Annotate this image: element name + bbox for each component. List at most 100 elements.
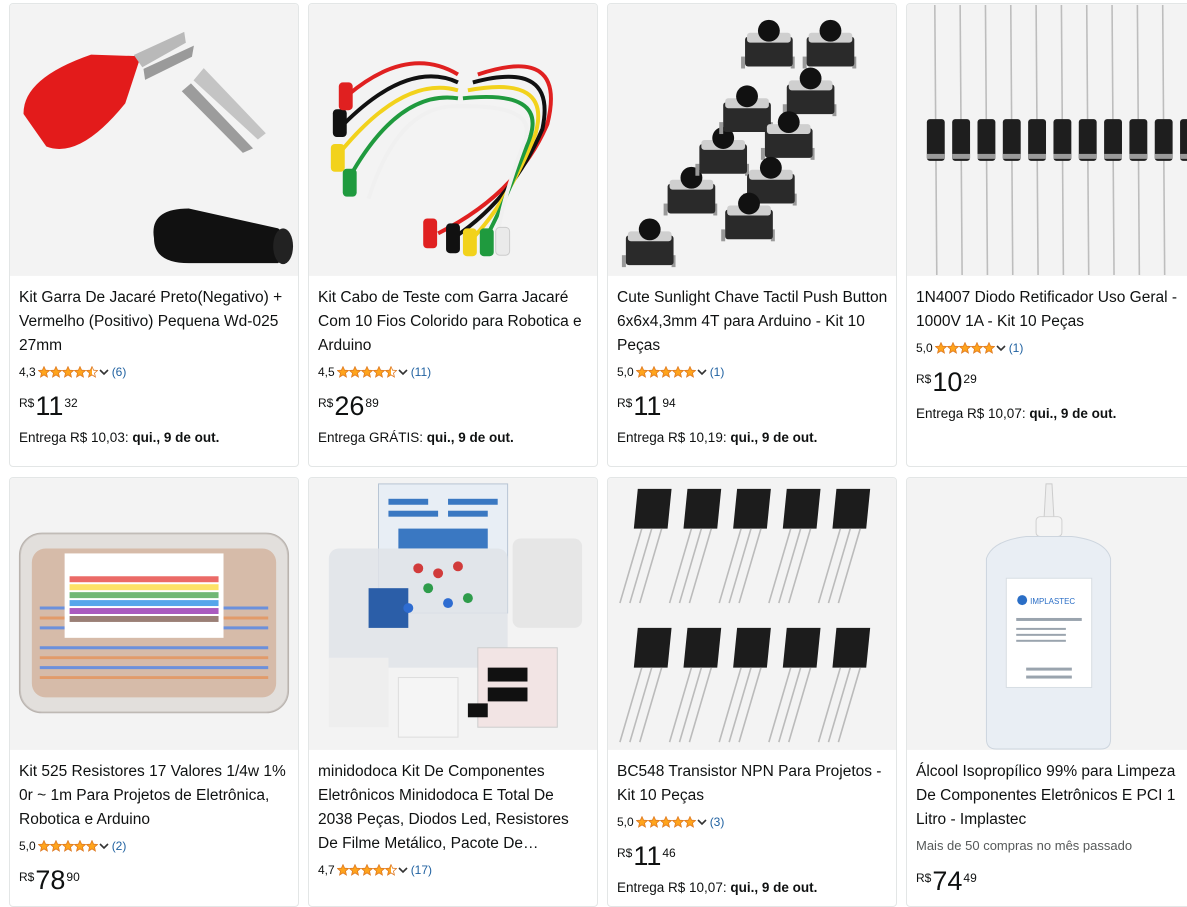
product-title[interactable]: Kit 525 Resistores 17 Valores 1/4w 1% 0r… <box>19 760 292 832</box>
price-fraction: 49 <box>963 871 977 885</box>
chevron-down-icon[interactable] <box>98 366 110 378</box>
price-fraction: 46 <box>662 846 676 860</box>
transistors-icon <box>608 478 896 750</box>
product-image[interactable] <box>608 4 896 276</box>
product-image[interactable] <box>10 478 298 750</box>
product-card[interactable]: Cute Sunlight Chave Tactil Push Button 6… <box>607 3 897 467</box>
product-image[interactable] <box>10 4 298 276</box>
rating-value: 5,0 <box>19 839 36 853</box>
delivery-date: qui., 9 de out. <box>730 430 818 445</box>
product-image[interactable] <box>907 4 1187 276</box>
price-whole: 11 <box>35 391 64 421</box>
diodes-icon <box>907 4 1187 276</box>
price-whole: 74 <box>932 866 963 896</box>
delivery-info: Entrega R$ 10,03: qui., 9 de out. <box>19 430 292 445</box>
product-image[interactable] <box>309 4 597 276</box>
price-whole: 78 <box>35 865 66 895</box>
review-count[interactable]: (17) <box>411 863 432 877</box>
delivery-date: qui., 9 de out. <box>730 880 818 895</box>
star-rating[interactable] <box>635 816 696 828</box>
product-card[interactable]: IMPLASTEC Álcool Isopropílico 99% para L… <box>906 477 1187 907</box>
delivery-info: Entrega R$ 10,07: qui., 9 de out. <box>617 880 890 895</box>
star-rating[interactable] <box>37 366 98 378</box>
test-leads-icon <box>309 4 597 276</box>
chevron-down-icon[interactable] <box>995 342 1007 354</box>
product-title[interactable]: Kit Garra De Jacaré Preto(Negativo) + Ve… <box>19 286 292 358</box>
price-currency: R$ <box>916 372 932 386</box>
product-grid: Kit Garra De Jacaré Preto(Negativo) + Ve… <box>0 0 1187 907</box>
star-rating[interactable] <box>37 840 98 852</box>
price-currency: R$ <box>916 871 932 885</box>
resistor-box-icon <box>10 478 298 750</box>
star-rating[interactable] <box>336 366 397 378</box>
review-count[interactable]: (1) <box>1009 341 1024 355</box>
star-rating[interactable] <box>635 366 696 378</box>
price-whole: 10 <box>932 367 963 397</box>
price-whole: 11 <box>633 391 662 421</box>
push-buttons-icon <box>608 4 896 276</box>
price[interactable]: R$ 11 32 <box>19 392 292 420</box>
product-card[interactable]: minidodoca Kit De Componentes Eletrônico… <box>308 477 598 907</box>
price-whole: 26 <box>334 391 365 421</box>
review-count[interactable]: (2) <box>112 839 127 853</box>
alligator-clips-icon <box>10 4 298 276</box>
rating-value: 4,7 <box>318 863 335 877</box>
product-card[interactable]: Kit Garra De Jacaré Preto(Negativo) + Ve… <box>9 3 299 467</box>
product-card[interactable]: Kit Cabo de Teste com Garra Jacaré Com 1… <box>308 3 598 467</box>
chevron-down-icon[interactable] <box>696 816 708 828</box>
star-rating[interactable] <box>934 342 995 354</box>
chevron-down-icon[interactable] <box>397 366 409 378</box>
delivery-info: Entrega R$ 10,07: qui., 9 de out. <box>916 406 1184 421</box>
price[interactable]: R$ 10 29 <box>916 368 1184 396</box>
product-card[interactable]: BC548 Transistor NPN Para Projetos - Kit… <box>607 477 897 907</box>
price[interactable]: R$ 78 90 <box>19 866 292 894</box>
product-title[interactable]: 1N4007 Diodo Retificador Uso Geral - 100… <box>916 286 1184 334</box>
delivery-date: qui., 9 de out. <box>426 430 514 445</box>
review-count[interactable]: (1) <box>710 365 725 379</box>
star-rating[interactable] <box>336 864 397 876</box>
delivery-prefix: Entrega R$ 10,07: <box>617 880 731 895</box>
product-title[interactable]: Cute Sunlight Chave Tactil Push Button 6… <box>617 286 890 358</box>
product-title[interactable]: minidodoca Kit De Componentes Eletrônico… <box>318 760 591 856</box>
chevron-down-icon[interactable] <box>696 366 708 378</box>
rating-row: 5,0 (1) <box>617 364 890 380</box>
price-fraction: 29 <box>963 372 977 386</box>
bottle-label-text: IMPLASTEC <box>1030 597 1075 606</box>
review-count[interactable]: (11) <box>411 365 431 379</box>
product-card[interactable]: Kit 525 Resistores 17 Valores 1/4w 1% 0r… <box>9 477 299 907</box>
delivery-date: qui., 9 de out. <box>1029 406 1117 421</box>
rating-value: 5,0 <box>916 341 933 355</box>
chevron-down-icon[interactable] <box>98 840 110 852</box>
product-title[interactable]: Álcool Isopropílico 99% para Limpeza De … <box>916 760 1184 832</box>
product-image[interactable] <box>309 478 597 750</box>
price-whole: 11 <box>633 841 662 871</box>
rating-row: 5,0 (1) <box>916 340 1184 356</box>
price-fraction: 32 <box>64 396 78 410</box>
price[interactable]: R$ 26 89 <box>318 392 591 420</box>
product-card[interactable]: 1N4007 Diodo Retificador Uso Geral - 100… <box>906 3 1187 467</box>
review-count[interactable]: (3) <box>710 815 725 829</box>
delivery-prefix: Entrega R$ 10,03: <box>19 430 133 445</box>
rating-row: 5,0 (2) <box>19 838 292 854</box>
price[interactable]: R$ 11 46 <box>617 842 890 870</box>
component-kit-icon <box>309 478 597 750</box>
rating-value: 4,5 <box>318 365 335 379</box>
price-fraction: 90 <box>66 870 80 884</box>
product-title[interactable]: BC548 Transistor NPN Para Projetos - Kit… <box>617 760 890 808</box>
price-fraction: 94 <box>662 396 676 410</box>
product-image[interactable]: IMPLASTEC <box>907 478 1187 750</box>
price-currency: R$ <box>617 396 633 410</box>
price-currency: R$ <box>617 846 633 860</box>
product-title[interactable]: Kit Cabo de Teste com Garra Jacaré Com 1… <box>318 286 591 358</box>
review-count[interactable]: (6) <box>112 365 127 379</box>
rating-value: 4,3 <box>19 365 36 379</box>
delivery-date: qui., 9 de out. <box>132 430 220 445</box>
price-currency: R$ <box>318 396 334 410</box>
price[interactable]: R$ 74 49 <box>916 867 1184 895</box>
price[interactable]: R$ 11 94 <box>617 392 890 420</box>
chevron-down-icon[interactable] <box>397 864 409 876</box>
product-image[interactable] <box>608 478 896 750</box>
rating-row: 4,7 (17) <box>318 862 591 878</box>
delivery-prefix: Entrega R$ 10,07: <box>916 406 1030 421</box>
delivery-prefix: Entrega GRÁTIS: <box>318 430 427 445</box>
